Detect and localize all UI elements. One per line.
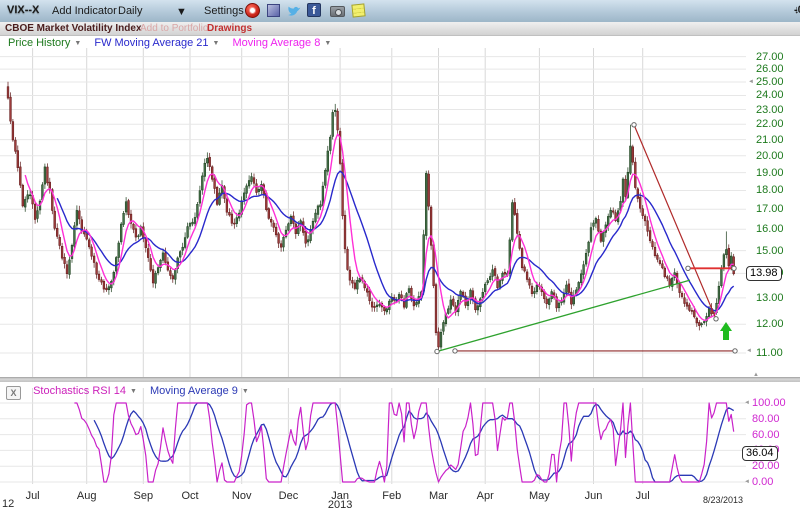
symbol-description: CBOE Market Volatility Index	[5, 23, 142, 34]
main-chart-legend: Price History ▼ FW Moving Average 21 ▼ Mov…	[8, 37, 341, 49]
fw-moving-average-21-dropdown[interactable]: FW Moving Average 21	[94, 37, 208, 49]
x-axis-month-label: Jun	[585, 490, 603, 502]
chevron-down-icon[interactable]: ▼	[324, 40, 331, 47]
axis-scroll-icon[interactable]: ◄	[748, 79, 754, 85]
axis-scroll-icon[interactable]: ◄	[744, 400, 750, 406]
toolbar: VIX--X Add Indicator Daily ▼ Settings f …	[0, 0, 800, 23]
price-axis-tick: 20.00	[756, 150, 784, 162]
x-axis-month-label: Jul	[26, 490, 40, 502]
price-axis-tick: 18.00	[756, 184, 784, 196]
x-axis-month-label: Feb	[382, 490, 401, 502]
indicator-axis-tick: 80.00	[752, 413, 780, 425]
app-window: VIX--X Add Indicator Daily ▼ Settings f …	[0, 0, 800, 508]
x-axis-month-label: Nov	[232, 490, 252, 502]
main-price-chart[interactable]	[0, 44, 746, 380]
symbol-label[interactable]: VIX--X	[7, 4, 39, 16]
price-axis-tick: 22.00	[756, 118, 784, 130]
price-axis-tick: 26.00	[756, 63, 784, 75]
twitter-icon[interactable]	[287, 4, 302, 19]
last-price-badge: 13.98	[746, 266, 782, 281]
moving-average-9-dropdown[interactable]: Moving Average 9	[150, 385, 238, 397]
price-axis-tick: 15.00	[756, 245, 784, 257]
facebook-icon[interactable]: f	[307, 3, 321, 17]
settings-button[interactable]: Settings	[204, 5, 244, 17]
indicator-value-badge: 36.04	[742, 446, 778, 461]
axis-scroll-icon[interactable]: ◄	[746, 348, 752, 354]
cube-icon[interactable]	[267, 4, 280, 17]
drawings-link[interactable]: Drawings	[207, 23, 252, 34]
indicator-axis-tick: 20.00	[752, 460, 780, 472]
x-axis-month-label: Apr	[477, 490, 494, 502]
axis-scroll-icon[interactable]: ◄	[744, 479, 750, 485]
moving-average-8-dropdown[interactable]: Moving Average 8	[232, 37, 320, 49]
chevron-down-icon[interactable]: ▼	[242, 388, 249, 395]
x-axis-year-label: 2013	[328, 499, 352, 508]
indicator-axis-tick: 100.00	[752, 397, 786, 409]
panel-splitter[interactable]	[0, 377, 800, 382]
period-caret-icon[interactable]: ▼	[176, 6, 187, 18]
price-history-dropdown[interactable]: Price History	[8, 37, 70, 49]
price-axis-tick: 13.00	[756, 292, 784, 304]
x-axis-month-label: Mar	[429, 490, 448, 502]
price-axis-tick: 23.00	[756, 104, 784, 116]
chevron-down-icon[interactable]: ▼	[212, 40, 219, 47]
camera-icon[interactable]	[330, 6, 345, 17]
price-axis-tick: 21.00	[756, 134, 784, 146]
price-axis-tick: 27.00	[756, 51, 784, 63]
add-to-portfolio-link[interactable]: Add to Portfolio	[140, 23, 208, 34]
x-axis-month-label: Dec	[279, 490, 299, 502]
price-axis-tick: 19.00	[756, 167, 784, 179]
price-axis-tick: 12.00	[756, 318, 784, 330]
x-axis-month-label: Jul	[636, 490, 650, 502]
x-axis-end-date: 8/23/2013	[703, 495, 743, 505]
close-indicator-button[interactable]: X	[6, 386, 21, 400]
x-axis-month-label: May	[529, 490, 550, 502]
x-axis-month-label: Sep	[134, 490, 154, 502]
price-axis-tick: 17.00	[756, 203, 784, 215]
notes-icon[interactable]	[351, 3, 365, 17]
alert-clock-icon[interactable]	[245, 3, 260, 18]
period-select[interactable]: Daily	[118, 5, 142, 17]
price-axis-tick: 16.00	[756, 223, 784, 235]
symbol-subbar: CBOE Market Volatility Index Add to Port…	[0, 22, 800, 36]
splitter-handle-icon[interactable]: ▲	[753, 372, 759, 378]
price-axis-tick: 24.00	[756, 89, 784, 101]
indicator-axis-tick: 60.00	[752, 429, 780, 441]
x-axis-year-label: 12	[2, 498, 14, 508]
lower-panel-legend: X Stochastics RSI 14 ▼ Moving Average 9 ▼	[6, 385, 259, 400]
x-axis-month-label: Oct	[181, 490, 198, 502]
price-axis-tick: 11.00	[756, 347, 783, 359]
indicator-axis-tick: 0.00	[752, 476, 773, 488]
add-indicator-button[interactable]: Add Indicator	[52, 5, 117, 17]
price-axis-tick: 25.00	[756, 76, 784, 88]
x-axis-month-label: Aug	[77, 490, 97, 502]
chevron-down-icon[interactable]: ▼	[74, 40, 81, 47]
chevron-down-icon[interactable]: ▼	[130, 388, 137, 395]
stochastics-rsi-dropdown[interactable]: Stochastics RSI 14	[33, 385, 126, 397]
